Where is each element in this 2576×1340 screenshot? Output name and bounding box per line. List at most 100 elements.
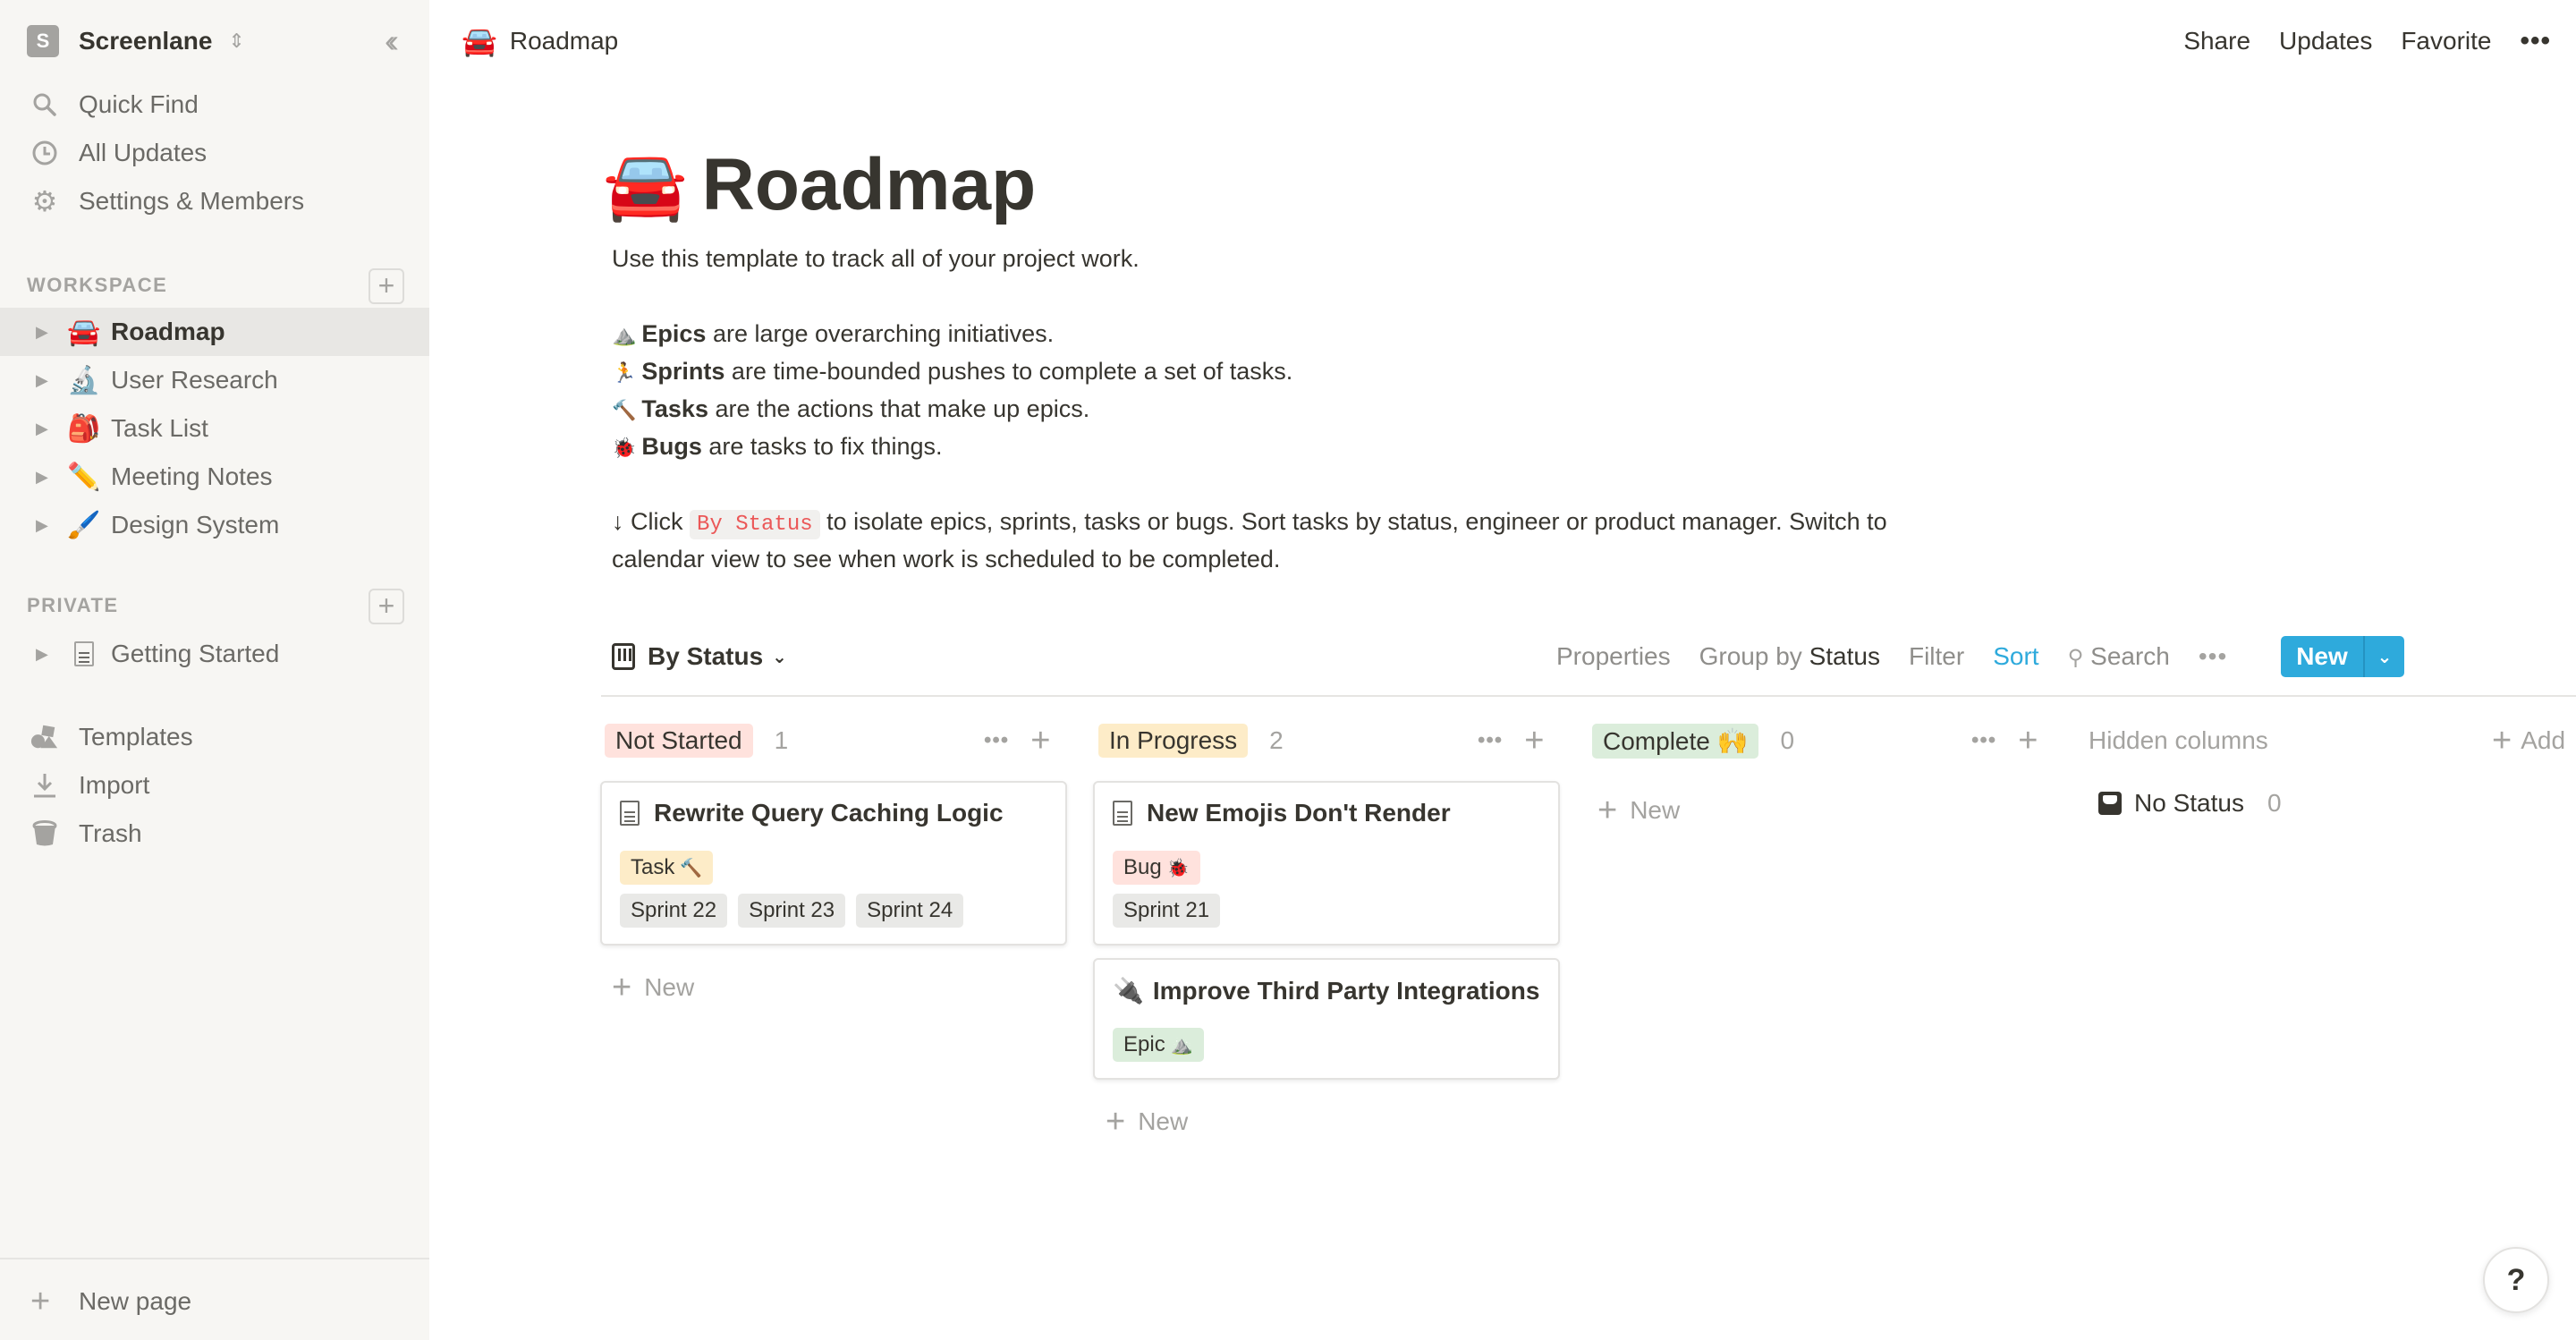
column-more-icon[interactable]: •••	[984, 728, 1009, 753]
add-group-button[interactable]: + Add	[2492, 721, 2565, 760]
plus-icon: +	[1106, 1102, 1126, 1141]
sidebar-item-import[interactable]: Import	[0, 761, 429, 810]
trash-icon	[30, 819, 59, 848]
page-title-text: Roadmap	[701, 144, 1037, 225]
favorite-button[interactable]: Favorite	[2401, 27, 2491, 55]
card-title-text: Rewrite Query Caching Logic	[654, 799, 1004, 827]
column-header-complete[interactable]: Complete 🙌 0	[1592, 721, 1794, 760]
sidebar-item-all-updates[interactable]: All Updates	[0, 129, 429, 177]
hammer-icon: 🔨	[612, 399, 637, 421]
sort-button[interactable]: Sort	[1993, 642, 2038, 671]
search-button[interactable]: ⚲ Search	[2068, 642, 2170, 671]
top-actions: Share Updates Favorite •••	[2155, 21, 2551, 61]
templates-icon	[30, 723, 59, 751]
collapse-sidebar-icon[interactable]: ‹‹	[370, 22, 406, 59]
sprint-tag: Sprint 21	[1113, 894, 1221, 928]
column-more-icon[interactable]: •••	[1971, 728, 1996, 753]
search-icon: ⚲	[2067, 646, 2084, 670]
group-by-prefix: Group by	[1699, 642, 1809, 670]
sidebar-page-label: Design System	[111, 511, 280, 539]
sidebar-page-getting-started[interactable]: ▶ Getting Started	[0, 630, 429, 678]
hidden-column-no-status[interactable]: No Status 0	[2098, 784, 2282, 823]
group-by-value: Status	[1809, 642, 1880, 670]
sidebar-page-user-research[interactable]: ▶ 🔬 User Research	[0, 356, 429, 404]
inbox-icon	[2098, 792, 2122, 815]
board-card[interactable]: Rewrite Query Caching Logic Task 🔨 Sprint…	[600, 781, 1067, 946]
column-add-icon[interactable]: +	[1524, 722, 1544, 760]
properties-button[interactable]: Properties	[1556, 642, 1671, 671]
definition-bugs: 🐞 Bugs are tasks to fix things.	[612, 428, 943, 467]
card-title-text: New Emojis Don't Render	[1147, 799, 1451, 827]
updates-button[interactable]: Updates	[2279, 27, 2372, 55]
sidebar-page-label: Roadmap	[111, 318, 225, 345]
column-header-in-progress[interactable]: In Progress 2	[1098, 721, 1284, 760]
sidebar-divider	[0, 1258, 429, 1259]
board-card[interactable]: 🔌 Improve Third Party Integrations Epic ⛰…	[1093, 958, 1560, 1080]
status-pill: In Progress	[1098, 724, 1249, 758]
status-pill: Not Started	[605, 724, 753, 758]
group-by-button[interactable]: Group by Status	[1699, 642, 1880, 671]
new-record-button[interactable]: New	[2281, 642, 2363, 671]
add-private-page-button[interactable]: +	[369, 589, 404, 624]
definition-tasks: 🔨 Tasks are the actions that make up epic…	[612, 390, 1089, 429]
card-sprint-row: Sprint 22 Sprint 23 Sprint 24	[620, 894, 974, 928]
sidebar-item-label: Quick Find	[79, 90, 199, 118]
hidden-columns-label: Hidden columns	[2089, 726, 2268, 754]
sidebar-item-trash[interactable]: Trash	[0, 810, 429, 858]
definition-term: Tasks	[641, 395, 708, 422]
page-emoji-car-icon[interactable]: 🚘	[603, 145, 688, 225]
sprint-tag: Sprint 24	[856, 894, 964, 928]
breadcrumb[interactable]: 🚘 Roadmap	[462, 21, 618, 61]
new-label: New	[1138, 1107, 1189, 1135]
definition-text: are large overarching initiatives.	[706, 320, 1055, 347]
expand-triangle-icon[interactable]: ▶	[36, 323, 48, 342]
sidebar-page-task-list[interactable]: ▶ 🎒 Task List	[0, 404, 429, 453]
filter-button[interactable]: Filter	[1909, 642, 1964, 671]
workspace-switcher[interactable]: S Screenlane ⇕	[27, 23, 245, 59]
sidebar-page-label: Meeting Notes	[111, 462, 273, 490]
column-more-icon[interactable]: •••	[1478, 728, 1503, 753]
sidebar-page-meeting-notes[interactable]: ▶ ✏️ Meeting Notes	[0, 453, 429, 501]
sidebar-page-label: User Research	[111, 366, 278, 394]
sidebar: S Screenlane ⇕ ‹‹ Quick Find All Updates…	[0, 0, 429, 1340]
sidebar-page-design-system[interactable]: ▶ 🖌️ Design System	[0, 501, 429, 549]
expand-triangle-icon[interactable]: ▶	[36, 371, 48, 390]
chevron-down-icon[interactable]: ⌄	[2365, 646, 2404, 668]
database-more-icon[interactable]: •••	[2199, 642, 2227, 671]
page-title[interactable]: 🚘 Roadmap	[603, 143, 1036, 227]
sidebar-page-roadmap[interactable]: ▶ 🚘 Roadmap	[0, 308, 429, 356]
definition-text: are the actions that make up epics.	[708, 395, 1090, 422]
add-workspace-page-button[interactable]: +	[369, 268, 404, 304]
column-count: 0	[1780, 726, 1795, 754]
column-add-icon[interactable]: +	[2018, 722, 2038, 760]
help-button[interactable]: ?	[2483, 1247, 2549, 1313]
expand-triangle-icon[interactable]: ▶	[36, 645, 48, 664]
add-card-not-started[interactable]: + New	[612, 968, 694, 1007]
column-add-icon[interactable]: +	[1030, 722, 1050, 760]
sidebar-item-settings[interactable]: ⚙ Settings & Members	[0, 177, 429, 225]
expand-triangle-icon[interactable]: ▶	[36, 420, 48, 438]
sidebar-item-templates[interactable]: Templates	[0, 713, 429, 761]
ladybug-icon: 🐞	[1166, 859, 1190, 878]
column-actions: ••• +	[1478, 721, 1544, 760]
plus-icon: +	[612, 968, 632, 1006]
view-switcher[interactable]: By Status ⌄	[612, 637, 787, 676]
sidebar-item-quick-find[interactable]: Quick Find	[0, 81, 429, 129]
add-card-complete[interactable]: + New	[1597, 791, 1680, 830]
instruction-rest: to isolate epics, sprints, tasks or bugs…	[819, 508, 1887, 535]
add-card-in-progress[interactable]: + New	[1106, 1102, 1188, 1141]
definition-text: are time-bounded pushes to complete a se…	[724, 358, 1293, 385]
column-actions: ••• +	[1971, 721, 2038, 760]
gear-icon: ⚙	[31, 185, 58, 217]
new-page-button[interactable]: + New page	[0, 1277, 429, 1326]
share-button[interactable]: Share	[2183, 27, 2250, 55]
no-status-count: 0	[2267, 789, 2282, 817]
type-tag: Bug 🐞	[1113, 851, 1200, 885]
plus-icon: +	[1597, 791, 1618, 829]
board-card[interactable]: New Emojis Don't Render Bug 🐞 Sprint 21	[1093, 781, 1560, 946]
column-header-not-started[interactable]: Not Started 1	[605, 721, 788, 760]
database-toolbar: Properties Group by Status Filter Sort ⚲…	[1556, 637, 2256, 676]
expand-triangle-icon[interactable]: ▶	[36, 516, 48, 535]
more-options-icon[interactable]: •••	[2520, 26, 2551, 56]
expand-triangle-icon[interactable]: ▶	[36, 468, 48, 487]
